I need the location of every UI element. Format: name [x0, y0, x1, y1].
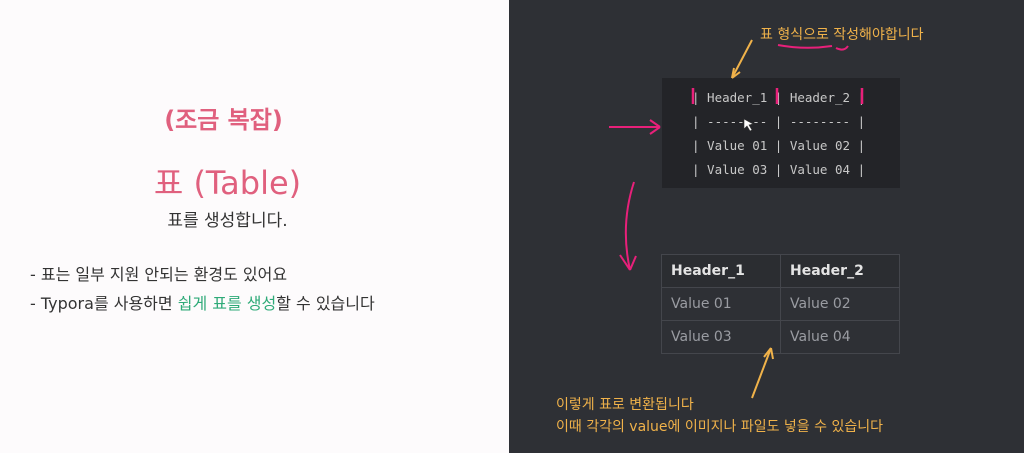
mouse-cursor-icon [743, 118, 754, 132]
arrow-to-table-icon [751, 347, 774, 399]
squiggle-underline-icon [777, 44, 849, 51]
arrow-to-code-icon [731, 39, 753, 79]
table-bracket-markers-icon [691, 88, 864, 104]
arrow-right-icon [609, 119, 661, 135]
annotation-overlay [609, 39, 864, 399]
arrow-down-icon [619, 181, 637, 271]
